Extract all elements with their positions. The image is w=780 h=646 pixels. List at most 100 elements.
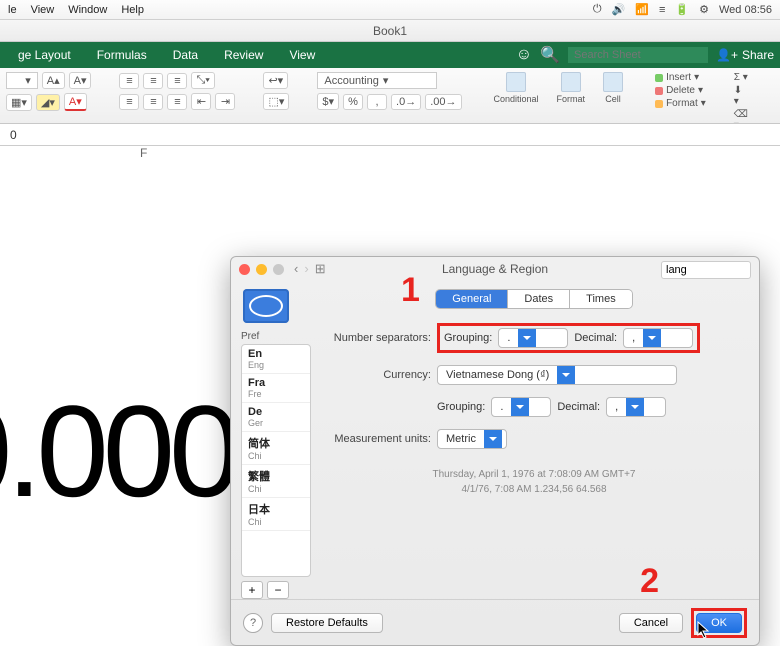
- measurement-label: Measurement units:: [319, 433, 431, 445]
- callout-2: 2: [640, 562, 659, 601]
- ribbon: ▾ A▴ A▾ ▦▾ ◢▾ A▾ ≡ ≡ ≡ ⤡▾ ≡ ≡ ≡ ⇤ ⇥ ↩▾ ⬚…: [0, 68, 780, 124]
- currency-grouping-label: Grouping:: [437, 401, 485, 413]
- format-example: Thursday, April 1, 1976 at 7:08:09 AM GM…: [319, 467, 749, 497]
- fill-down-btn[interactable]: ⬇ ▾: [734, 85, 748, 107]
- clear-btn[interactable]: ⌫ ▾: [734, 109, 748, 124]
- grouping-label: Grouping:: [444, 332, 492, 344]
- dialog-title: Language & Region: [231, 262, 759, 276]
- cancel-button[interactable]: Cancel: [619, 613, 683, 633]
- formula-bar[interactable]: 0: [0, 124, 780, 146]
- autosum-btn[interactable]: Σ ▾: [734, 72, 748, 83]
- add-language-button[interactable]: +: [241, 581, 263, 599]
- insert-btn[interactable]: Insert ▾: [655, 72, 706, 83]
- wifi-icon[interactable]: 📶: [635, 3, 649, 16]
- remove-language-button[interactable]: −: [267, 581, 289, 599]
- list-item: EnEng: [242, 345, 310, 374]
- share-button[interactable]: 👤+ Share: [716, 48, 774, 62]
- search-icon: 🔍: [540, 45, 560, 65]
- font-size[interactable]: A▴: [42, 72, 65, 89]
- decimal-label: Decimal:: [574, 332, 617, 344]
- column-header[interactable]: F: [140, 146, 147, 160]
- ribbon-tabs: ge Layout Formulas Data Review View ☺ 🔍 …: [0, 42, 780, 68]
- font-color-btn[interactable]: A▾: [64, 93, 87, 111]
- align-center[interactable]: ≡: [143, 94, 163, 110]
- merge[interactable]: ⬚▾: [263, 93, 289, 110]
- menu-item[interactable]: View: [31, 4, 55, 16]
- dec-dec[interactable]: .00→: [425, 94, 461, 110]
- wrap-text[interactable]: ↩▾: [263, 72, 288, 89]
- align-right[interactable]: ≡: [167, 94, 187, 110]
- font-select[interactable]: ▾: [6, 72, 38, 89]
- currency-grouping-select[interactable]: .: [491, 397, 551, 417]
- segmented-control: General Dates Times: [435, 289, 632, 309]
- sort-filter-btn[interactable]: ᐁSort &: [776, 72, 780, 114]
- menu-item[interactable]: Window: [68, 4, 107, 16]
- currency-label: Currency:: [319, 369, 431, 381]
- currency-btn[interactable]: $▾: [317, 93, 339, 110]
- mac-menubar: le View Window Help ⏻ 🔊 📶 ≡ 🔋 ⚙ Wed 08:5…: [0, 0, 780, 20]
- cursor-icon: [697, 621, 711, 639]
- align-bot[interactable]: ≡: [167, 73, 187, 89]
- list-item: 日本Chi: [242, 498, 310, 531]
- measurement-select[interactable]: Metric: [437, 429, 507, 449]
- list-item: 简体Chi: [242, 432, 310, 465]
- restore-defaults-button[interactable]: Restore Defaults: [271, 613, 383, 633]
- menu-item[interactable]: le: [8, 4, 17, 16]
- orientation[interactable]: ⤡▾: [191, 72, 214, 89]
- indent-inc[interactable]: ⇥: [215, 93, 235, 110]
- border-btn[interactable]: ▦▾: [6, 94, 32, 111]
- list-item: DeGer: [242, 403, 310, 432]
- spotlight-icon[interactable]: ⚙: [699, 3, 709, 16]
- decimal-select[interactable]: ,: [623, 328, 693, 348]
- number-format-select[interactable]: Accounting ▾: [317, 72, 437, 89]
- delete-btn[interactable]: Delete ▾: [655, 85, 706, 96]
- tab-dates[interactable]: Dates: [507, 290, 569, 308]
- format-btn[interactable]: Format ▾: [655, 98, 706, 109]
- cell-styles-btn[interactable]: Cell: [599, 72, 627, 104]
- formula-value: 0: [4, 128, 23, 142]
- indent-dec[interactable]: ⇤: [191, 93, 211, 110]
- tab-review[interactable]: Review: [212, 44, 275, 66]
- cell-content: 0.000: [0, 376, 235, 526]
- spreadsheet-area[interactable]: F 0.000 ‹ › ⊞ Language & Region Pref: [0, 146, 780, 518]
- search-sheet-input[interactable]: [568, 47, 708, 63]
- callout-1: 1: [401, 271, 420, 310]
- globe-flag-icon: [243, 289, 289, 323]
- tab-page-layout[interactable]: ge Layout: [6, 44, 83, 66]
- tab-data[interactable]: Data: [161, 44, 210, 66]
- dec-inc[interactable]: .0→: [391, 94, 421, 110]
- comma-btn[interactable]: ,: [367, 94, 387, 110]
- highlight-1: Grouping: . Decimal: ,: [437, 323, 700, 353]
- format-table-btn[interactable]: Format: [553, 72, 590, 104]
- conditional-format-btn[interactable]: Conditional: [490, 72, 543, 104]
- font-size-dec[interactable]: A▾: [69, 72, 92, 89]
- language-region-dialog: ‹ › ⊞ Language & Region Pref EnEng FraFr…: [230, 256, 760, 646]
- list-item: 繁體Chi: [242, 465, 310, 498]
- help-button[interactable]: ?: [243, 613, 263, 633]
- menu-item[interactable]: Help: [121, 4, 144, 16]
- clock[interactable]: Wed 08:56: [719, 4, 772, 16]
- tab-view[interactable]: View: [277, 44, 327, 66]
- currency-decimal-label: Decimal:: [557, 401, 600, 413]
- percent-btn[interactable]: %: [343, 94, 363, 110]
- currency-select[interactable]: Vietnamese Dong (₫): [437, 365, 677, 385]
- align-top[interactable]: ≡: [119, 73, 139, 89]
- smiley-icon[interactable]: ☺: [516, 46, 532, 64]
- preferred-languages-label: Pref: [241, 331, 311, 342]
- fill-btn[interactable]: ◢▾: [36, 94, 60, 111]
- list-item: FraFre: [242, 374, 310, 403]
- align-left[interactable]: ≡: [119, 94, 139, 110]
- language-list[interactable]: EnEng FraFre DeGer 简体Chi 繁體Chi 日本Chi: [241, 344, 311, 577]
- volume-icon[interactable]: 🔊: [612, 3, 626, 16]
- grouping-select[interactable]: .: [498, 328, 568, 348]
- number-separators-label: Number separators:: [319, 332, 431, 344]
- bluetooth-icon[interactable]: ≡: [659, 4, 665, 16]
- currency-decimal-select[interactable]: ,: [606, 397, 666, 417]
- window-title: Book1: [0, 20, 780, 42]
- wifi-icon[interactable]: ⏻: [593, 3, 602, 16]
- battery-icon[interactable]: 🔋: [675, 3, 689, 16]
- tab-formulas[interactable]: Formulas: [85, 44, 159, 66]
- align-mid[interactable]: ≡: [143, 73, 163, 89]
- tab-general[interactable]: General: [436, 290, 507, 308]
- tab-times[interactable]: Times: [569, 290, 632, 308]
